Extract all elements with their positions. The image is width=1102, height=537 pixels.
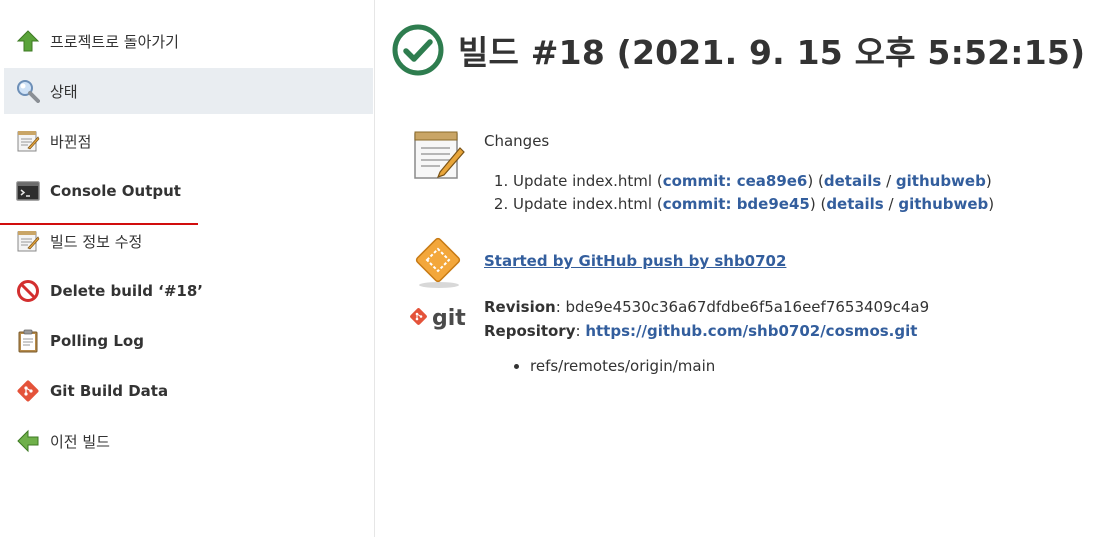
sidebar-item-git-build-data[interactable]: Git Build Data (4, 368, 373, 414)
build-header: 빌드 #18 (2021. 9. 15 오후 5:52:15) (392, 24, 1085, 76)
revision-value: bde9e4530c36a67dfdbe6f5a16eef7653409c4a9 (565, 298, 930, 316)
change-message: Update index.html (513, 172, 653, 190)
sidebar-item-status[interactable]: 상태 (4, 68, 373, 114)
githubweb-link[interactable]: githubweb (898, 195, 988, 213)
git-revision-info: Revision: bde9e4530c36a67dfdbe6f5a16eef7… (484, 298, 930, 340)
sidebar-item-polling-log[interactable]: Polling Log (4, 318, 373, 364)
trigger-diamond-icon (412, 236, 466, 290)
details-link[interactable]: details (824, 172, 881, 190)
magnifier-icon (15, 78, 41, 104)
notepad-icon (412, 128, 466, 182)
git-diamond-icon (15, 378, 41, 404)
sidebar-item-label: Console Output (50, 182, 181, 200)
started-by-link[interactable]: Started by GitHub push by shb0702 (484, 252, 786, 270)
refs-list: refs/remotes/origin/main (485, 357, 715, 375)
revision-label: Revision (484, 298, 556, 316)
terminal-icon (15, 178, 41, 204)
separator: / (886, 172, 892, 190)
left-arrow-icon (15, 428, 41, 454)
sidebar-item-previous-build[interactable]: 이전 빌드 (4, 418, 373, 464)
git-logo-icon: git (408, 296, 468, 336)
sidebar-item-label: Polling Log (50, 332, 144, 350)
change-list: Update index.html (commit: cea89e6) (det… (485, 170, 994, 216)
main-content: 빌드 #18 (2021. 9. 15 오후 5:52:15) Changes … (375, 0, 1102, 537)
githubweb-link[interactable]: githubweb (896, 172, 986, 190)
notepad-icon (15, 128, 41, 154)
sidebar-item-label: 바뀐점 (50, 132, 92, 151)
details-link[interactable]: details (826, 195, 883, 213)
notepad-icon (15, 228, 41, 254)
list-item: Update index.html (commit: bde9e45) (det… (513, 193, 994, 216)
sidebar-item-label: Git Build Data (50, 382, 169, 400)
page-title: 빌드 #18 (2021. 9. 15 오후 5:52:15) (458, 33, 1086, 72)
started-by-text: Started by GitHub push by shb0702 (484, 252, 786, 270)
sidebar: 프로젝트로 돌아가기 상태 바뀐점 Console Output 빌드 정보 수… (0, 0, 375, 537)
sidebar-item-label: 빌드 정보 수정 (50, 232, 143, 251)
sidebar-item-label: 이전 빌드 (50, 432, 110, 451)
up-arrow-icon (15, 28, 41, 54)
sidebar-item-back-to-project[interactable]: 프로젝트로 돌아가기 (4, 18, 373, 64)
sidebar-item-console-output[interactable]: Console Output (4, 168, 373, 214)
success-check-icon (392, 24, 444, 76)
sidebar-item-label: Delete build ‘#18’ (50, 282, 204, 300)
no-entry-icon (15, 278, 41, 304)
change-message: Update index.html (513, 195, 653, 213)
sidebar-item-label: 프로젝트로 돌아가기 (50, 32, 179, 51)
list-item: refs/remotes/origin/main (530, 357, 715, 375)
separator: / (888, 195, 894, 213)
git-logo-text: git (432, 306, 466, 331)
sidebar-item-delete-build[interactable]: Delete build ‘#18’ (4, 268, 373, 314)
commit-link[interactable]: commit: cea89e6 (663, 172, 808, 190)
sidebar-item-edit-build-info[interactable]: 빌드 정보 수정 (4, 218, 373, 264)
sidebar-item-changes[interactable]: 바뀐점 (4, 118, 373, 164)
changes-heading: Changes (484, 132, 550, 150)
clipboard-icon (15, 328, 41, 354)
list-item: Update index.html (commit: cea89e6) (det… (513, 170, 994, 193)
commit-link[interactable]: commit: bde9e45 (663, 195, 810, 213)
repository-link[interactable]: https://github.com/shb0702/cosmos.git (585, 322, 917, 340)
repository-label: Repository (484, 322, 576, 340)
sidebar-item-label: 상태 (50, 82, 78, 101)
